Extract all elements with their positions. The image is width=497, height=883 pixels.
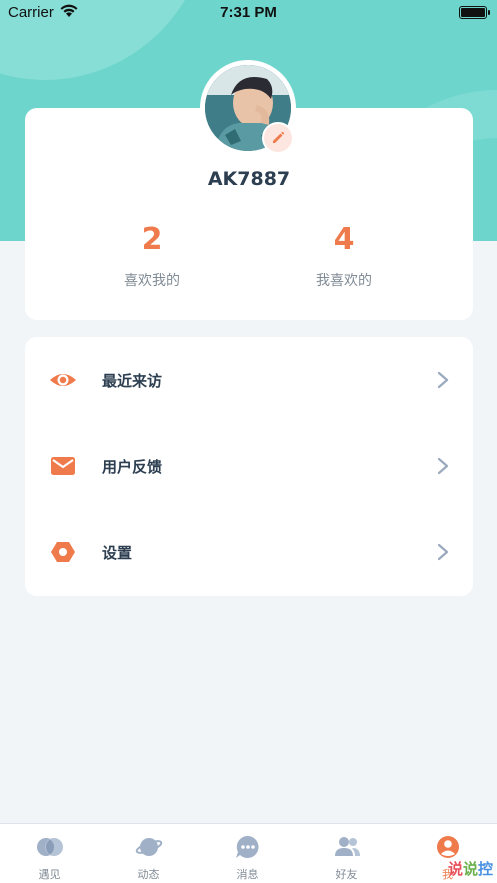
tab-friends[interactable]: 好友	[297, 824, 396, 883]
eye-icon	[50, 374, 76, 386]
edit-avatar-button[interactable]	[262, 122, 294, 154]
status-bar: Carrier 7:31 PM	[0, 0, 497, 26]
encounter-circles-icon	[37, 838, 63, 856]
stat-liked-me-label: 喜欢我的	[124, 273, 180, 289]
tab-messages[interactable]: 消息	[198, 824, 297, 883]
menu-item-settings[interactable]: 设置	[25, 509, 473, 595]
menu-item-label: 设置	[102, 544, 133, 562]
stat-i-liked-label: 我喜欢的	[316, 273, 372, 289]
status-time: 7:31 PM	[220, 4, 277, 21]
stat-i-liked-count: 4	[333, 222, 355, 257]
planet-icon	[135, 838, 163, 856]
stat-liked-me[interactable]: 2 喜欢我的	[72, 222, 232, 290]
menu-item-label: 最近来访	[102, 372, 163, 390]
username: AK7887	[207, 168, 291, 190]
menu-item-label: 用户反馈	[102, 458, 163, 476]
pencil-icon	[273, 131, 285, 143]
tab-label: 遇见	[38, 868, 61, 881]
chevron-right-icon	[437, 371, 449, 389]
chevron-right-icon	[437, 543, 449, 561]
stat-liked-me-count: 2	[141, 222, 163, 257]
menu-item-recent-visitors[interactable]: 最近来访	[25, 337, 473, 423]
menu-item-feedback[interactable]: 用户反馈	[25, 423, 473, 509]
profile-icon	[437, 836, 459, 858]
chevron-right-icon	[437, 457, 449, 475]
settings-hexagon-icon	[51, 542, 75, 562]
tab-label: 好友	[335, 868, 358, 881]
chat-bubble-icon	[236, 835, 259, 858]
battery-icon	[459, 6, 490, 19]
mail-icon	[51, 457, 75, 475]
tab-moments[interactable]: 动态	[99, 824, 198, 883]
tab-label: 动态	[137, 868, 160, 881]
watermark: 说说控	[447, 860, 493, 878]
menu-card: 最近来访 用户反馈 设置	[25, 337, 473, 596]
stat-i-liked[interactable]: 4 我喜欢的	[264, 222, 424, 290]
tab-encounter[interactable]: 遇见	[0, 824, 99, 883]
friends-icon	[335, 837, 360, 856]
tab-bar: 遇见 动态 消息 好友 我	[0, 823, 497, 883]
tab-label: 消息	[236, 868, 259, 881]
